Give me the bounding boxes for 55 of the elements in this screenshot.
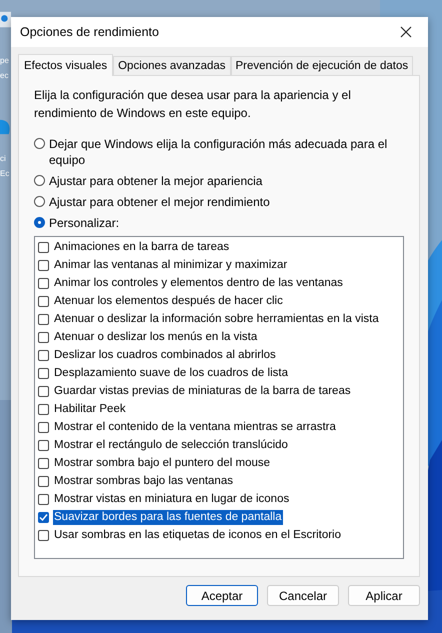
dialog-button[interactable]: Cancelar [267, 585, 339, 606]
list-item[interactable]: Mostrar vistas en miniatura en lugar de iconos [53, 492, 290, 506]
radio-option[interactable]: Personalizar: [34, 215, 404, 231]
radio-button[interactable] [34, 217, 45, 228]
radio-option[interactable]: Ajustar para obtener el mejor rendimiento [34, 194, 404, 210]
checkbox[interactable] [38, 350, 49, 360]
list-item[interactable]: Guardar vistas previas de miniaturas de la barra de tareas [53, 384, 352, 398]
tab[interactable]: Prevención de ejecución de datos [230, 56, 414, 75]
list-item[interactable]: Animar las ventanas al minimizar y maximizar [53, 258, 288, 272]
checkbox[interactable] [38, 422, 49, 432]
radio-option[interactable]: Dejar que Windows elija la configuración más adecuada para el equipo [34, 136, 404, 168]
checkbox[interactable] [38, 386, 49, 396]
checkbox[interactable] [38, 458, 49, 468]
list-item[interactable]: Animar los controles y elementos dentro de las ventanas [53, 276, 344, 290]
radio-option[interactable]: Ajustar para obtener la mejor apariencia [34, 173, 404, 189]
list-item[interactable]: Usar sombras en las etiquetas de iconos en el Escritorio [53, 528, 342, 542]
checkbox[interactable] [38, 440, 49, 450]
checkbox[interactable] [38, 260, 49, 270]
icon-label: pe [0, 55, 10, 67]
list-item[interactable]: Mostrar sombras bajo las ventanas [53, 474, 234, 488]
list-item[interactable]: Atenuar los elementos después de hacer clic [53, 294, 284, 308]
checkbox[interactable] [38, 278, 49, 288]
checkbox[interactable] [38, 404, 49, 414]
list-item[interactable]: Atenuar o deslizar la información sobre herramientas en la vista [53, 312, 380, 326]
list-item[interactable]: Mostrar el contenido de la ventana mientras se arrastra [53, 420, 337, 434]
checkbox[interactable] [38, 494, 49, 504]
description-text: Elija la configuración que desea usar para la apariencia y el rendimiento de Windows en este equipo. [34, 87, 352, 122]
checkbox[interactable] [38, 512, 49, 522]
tab[interactable]: Opciones avanzadas [113, 56, 231, 75]
radio-button[interactable] [34, 138, 45, 149]
checkbox[interactable] [38, 530, 49, 540]
checkbox[interactable] [38, 314, 49, 324]
checkbox[interactable] [38, 242, 49, 252]
icon-label: ec [0, 70, 10, 82]
list-item[interactable]: Mostrar el rectángulo de selección translúcido [53, 438, 289, 452]
checkbox[interactable] [38, 368, 49, 378]
list-item[interactable]: Deslizar los cuadros combinados al abrirlos [53, 348, 277, 362]
close-icon [400, 26, 412, 38]
checkbox[interactable] [38, 296, 49, 306]
dialog-button[interactable]: Aplicar [348, 585, 420, 606]
checkbox[interactable] [38, 332, 49, 342]
list-item[interactable]: Habilitar Peek [53, 402, 127, 416]
tab[interactable]: Efectos visuales [18, 54, 114, 76]
icon-label: Ec [0, 168, 10, 180]
icon-label: ci [0, 153, 7, 165]
radio-button[interactable] [34, 196, 45, 207]
window-title: Opciones de rendimiento [20, 25, 159, 39]
checkbox[interactable] [38, 476, 49, 486]
list-item[interactable]: Desplazamiento suave de los cuadros de lista [53, 366, 289, 380]
list-item[interactable]: Animaciones en la barra de tareas [53, 240, 230, 254]
dialog-button[interactable]: Aceptar [186, 585, 258, 606]
list-item[interactable]: Atenuar o deslizar los menús en la vista [53, 330, 258, 344]
list-item[interactable]: Suavizar bordes para las fuentes de pantalla [53, 510, 283, 524]
radio-button[interactable] [34, 175, 45, 186]
list-item[interactable]: Mostrar sombra bajo el puntero del mouse [53, 456, 272, 470]
